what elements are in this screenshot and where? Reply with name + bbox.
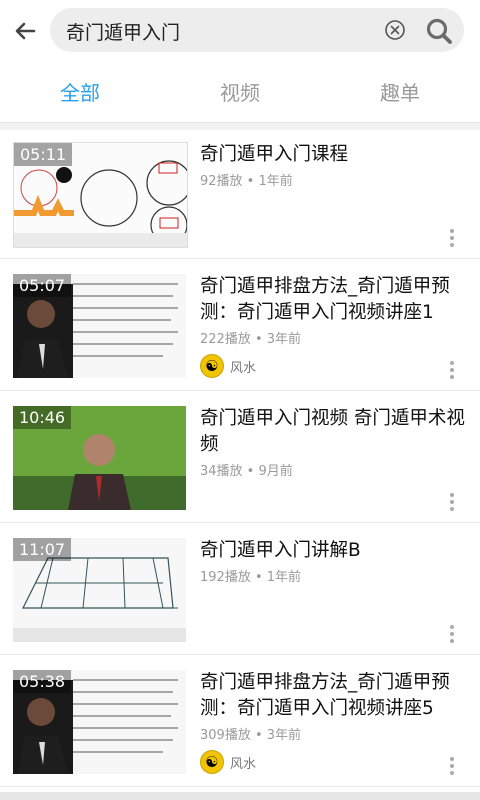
duration-badge: 11:07 [13,538,72,561]
video-meta: 222播放 • 3年前 [200,332,302,347]
vertical-dots-icon [444,757,460,775]
category-tag[interactable]: 风水 [200,750,256,774]
next-item-preview [0,792,480,800]
list-item[interactable]: 11:07 奇门遁甲入门讲解B 192播放 • 1年前 [0,526,480,655]
back-button[interactable] [10,16,40,46]
more-options-button[interactable] [444,358,460,382]
top-bar [0,0,480,60]
video-meta: 34播放 • 9月前 [200,464,293,479]
vertical-dots-icon [444,229,460,247]
more-options-button[interactable] [444,622,460,646]
category-tag[interactable]: 风水 [200,354,256,378]
video-title[interactable]: 奇门遁甲排盘方法_奇门遁甲预测：奇门遁甲入门视频讲座5 [200,670,470,722]
list-item[interactable]: 10:46 奇门遁甲入门视频 奇门遁甲术视频 34播放 • 9月前 [0,394,480,523]
video-title[interactable]: 奇门遁甲入门视频 奇门遁甲术视频 [200,406,470,458]
duration-badge: 05:07 [13,274,72,297]
more-options-button[interactable] [444,490,460,514]
more-options-button[interactable] [444,226,460,250]
video-meta: 92播放 • 1年前 [200,174,293,189]
video-meta: 309播放 • 3年前 [200,728,302,743]
video-title[interactable]: 奇门遁甲入门课程 [200,142,470,168]
yin-yang-icon [200,354,224,378]
vertical-dots-icon [444,493,460,511]
duration-badge: 05:11 [14,143,73,166]
more-options-button[interactable] [444,754,460,778]
video-thumbnail[interactable]: 10:46 [13,406,186,510]
video-thumbnail[interactable]: 05:38 [13,670,186,774]
search-icon [426,18,452,44]
list-item[interactable]: 05:11 奇门遁甲入门课程 92播放 • 1年前 [0,130,480,259]
search-box [50,8,464,54]
results-list: 05:11 奇门遁甲入门课程 92播放 • 1年前 05:07 奇门遁甲排盘方法… [0,130,480,800]
yin-yang-icon [200,750,224,774]
tab-videos[interactable]: 视频 [160,60,320,122]
tab-playlists[interactable]: 趣单 [320,60,480,122]
tab-bar: 全部 视频 趣单 [0,60,480,123]
clear-circle-x-icon [385,20,405,40]
category-tag-label: 风水 [230,756,257,772]
tab-all[interactable]: 全部 [0,60,160,122]
vertical-dots-icon [444,361,460,379]
duration-badge: 10:46 [13,406,72,429]
search-button[interactable] [424,16,454,46]
vertical-dots-icon [444,625,460,643]
video-thumbnail[interactable]: 05:11 [13,142,188,248]
video-title[interactable]: 奇门遁甲入门讲解B [200,538,470,564]
arrow-left-icon [15,22,36,40]
video-thumbnail[interactable]: 11:07 [13,538,186,642]
duration-badge: 05:38 [13,670,72,693]
category-tag-label: 风水 [230,360,257,376]
video-meta: 192播放 • 1年前 [200,570,302,585]
list-item[interactable]: 05:07 奇门遁甲排盘方法_奇门遁甲预测：奇门遁甲入门视频讲座1 222播放 … [0,262,480,391]
video-title[interactable]: 奇门遁甲排盘方法_奇门遁甲预测：奇门遁甲入门视频讲座1 [200,274,470,326]
video-thumbnail[interactable]: 05:07 [13,274,186,378]
list-item[interactable]: 05:38 奇门遁甲排盘方法_奇门遁甲预测：奇门遁甲入门视频讲座5 309播放 … [0,658,480,787]
clear-button[interactable] [384,19,406,41]
search-input[interactable] [64,8,388,54]
